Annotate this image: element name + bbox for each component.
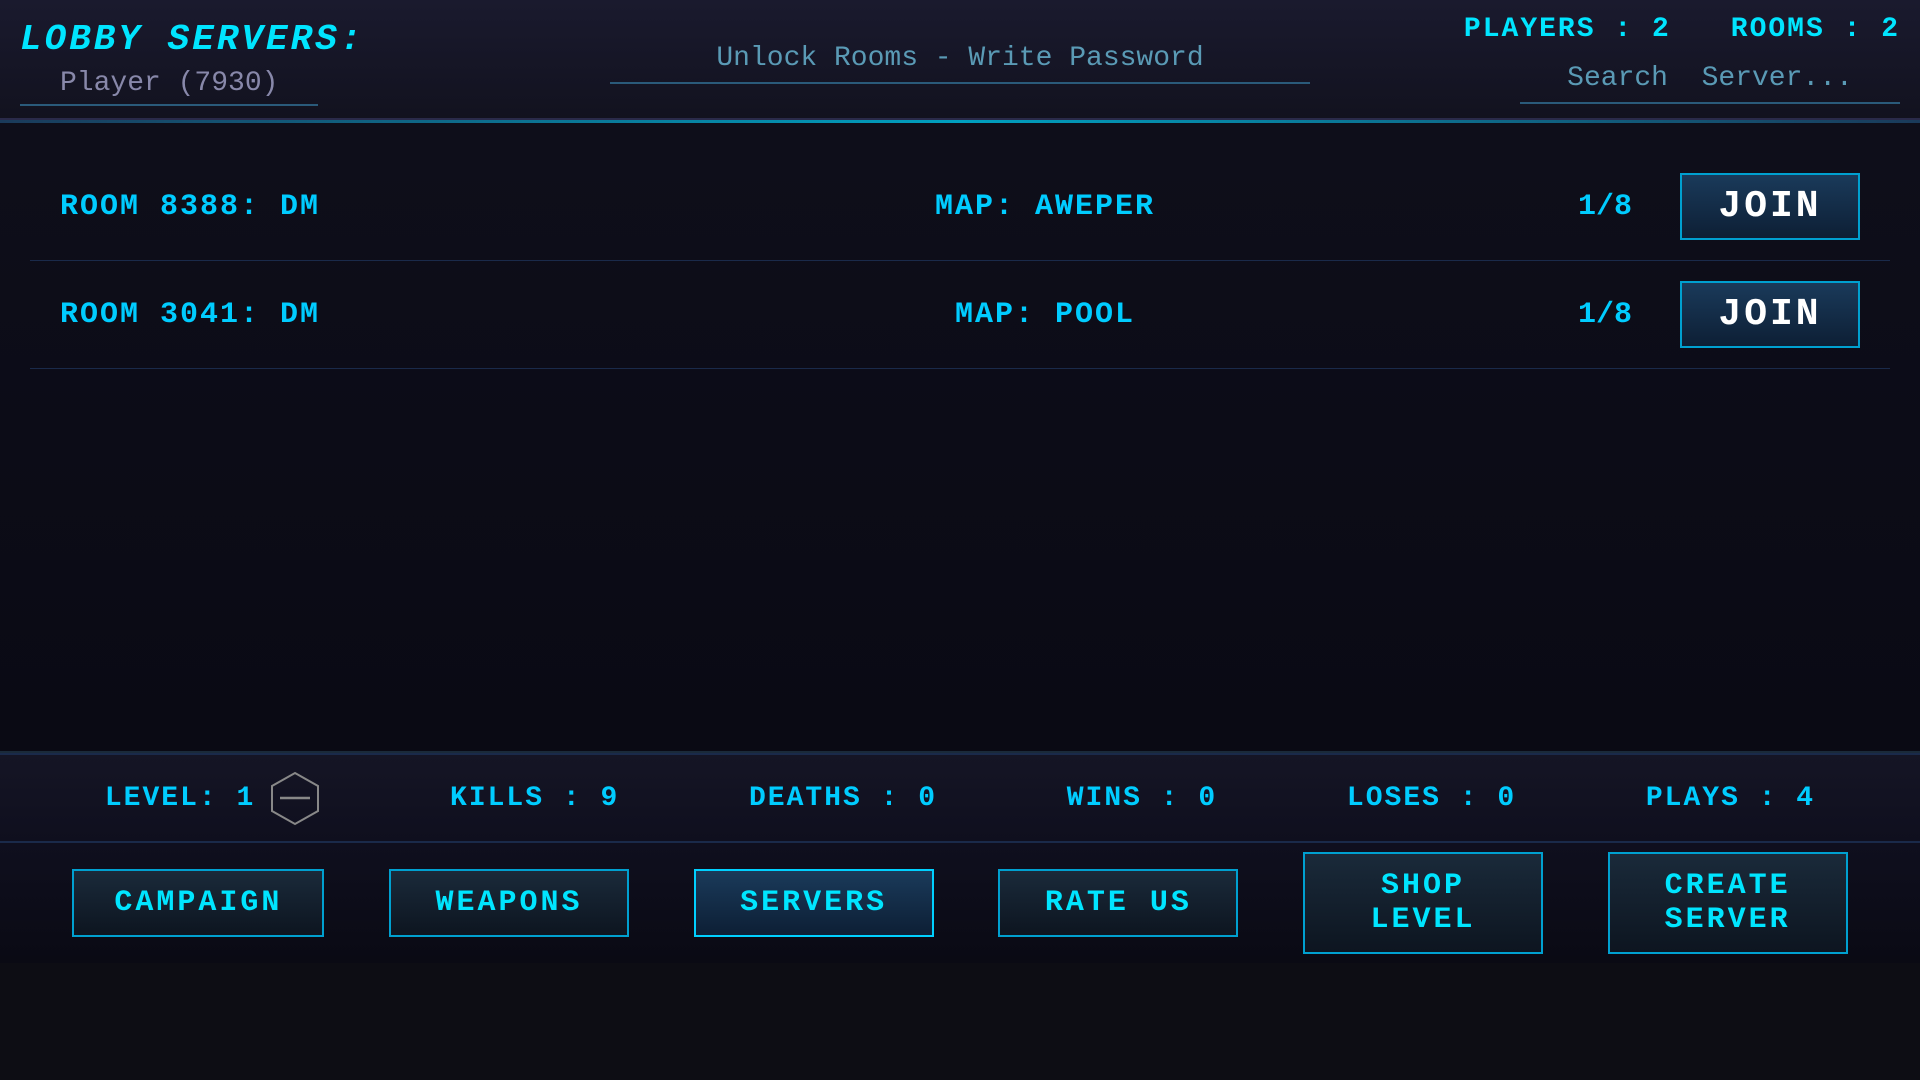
room-name: ROOM 8388: DM [60, 190, 560, 224]
room-name: ROOM 3041: DM [60, 298, 560, 332]
servers-button[interactable]: SERVERS [694, 869, 934, 937]
loses-stat: LOSES : 0 [1347, 783, 1516, 814]
kills-label: KILLS : 9 [450, 783, 619, 814]
room-list: ROOM 8388: DM MAP: AWEPER 1/8 JOIN ROOM … [30, 153, 1890, 369]
weapons-button[interactable]: WEAPONS [389, 869, 629, 937]
level-badge-icon [270, 771, 320, 826]
create-server-button[interactable]: CREATE SERVER [1608, 852, 1848, 954]
stats-bar: LEVEL: 1 KILLS : 9 DEATHS : 0 WINS : 0 L… [0, 753, 1920, 843]
deaths-label: DEATHS : 0 [749, 783, 937, 814]
level-stat: LEVEL: 1 [105, 771, 320, 826]
search-input[interactable] [1520, 55, 1900, 104]
room-map: MAP: AWEPER [560, 190, 1530, 224]
wins-label: WINS : 0 [1067, 783, 1217, 814]
plays-label: PLAYS : 4 [1646, 783, 1815, 814]
deaths-stat: DEATHS : 0 [749, 783, 937, 814]
join-button-2[interactable]: JOIN [1680, 281, 1860, 348]
loses-label: LOSES : 0 [1347, 783, 1516, 814]
plays-stat: PLAYS : 4 [1646, 783, 1815, 814]
bottom-nav: CAMPAIGN WEAPONS SERVERS RATE US SHOP LE… [0, 843, 1920, 963]
rooms-stat: ROOMS : 2 [1731, 14, 1900, 45]
room-list-area: ROOM 8388: DM MAP: AWEPER 1/8 JOIN ROOM … [0, 123, 1920, 753]
room-map: MAP: POOL [560, 298, 1530, 332]
wins-stat: WINS : 0 [1067, 783, 1217, 814]
level-label: LEVEL: 1 [105, 783, 255, 814]
password-input[interactable] [610, 35, 1310, 84]
players-stat: PLAYERS : 2 [1464, 14, 1671, 45]
header: LOBBY SERVERS: Player (7930) PLAYERS : 2… [0, 0, 1920, 120]
table-row: ROOM 8388: DM MAP: AWEPER 1/8 JOIN [30, 153, 1890, 261]
room-players: 1/8 [1530, 190, 1680, 224]
table-row: ROOM 3041: DM MAP: POOL 1/8 JOIN [30, 261, 1890, 369]
lobby-title: LOBBY SERVERS: [20, 19, 540, 60]
shop-level-button[interactable]: SHOP LEVEL [1303, 852, 1543, 954]
kills-stat: KILLS : 9 [450, 783, 619, 814]
rate-us-button[interactable]: RATE US [998, 869, 1238, 937]
room-players: 1/8 [1530, 298, 1680, 332]
campaign-button[interactable]: CAMPAIGN [72, 869, 324, 937]
join-button-1[interactable]: JOIN [1680, 173, 1860, 240]
player-name: Player (7930) [20, 63, 318, 106]
